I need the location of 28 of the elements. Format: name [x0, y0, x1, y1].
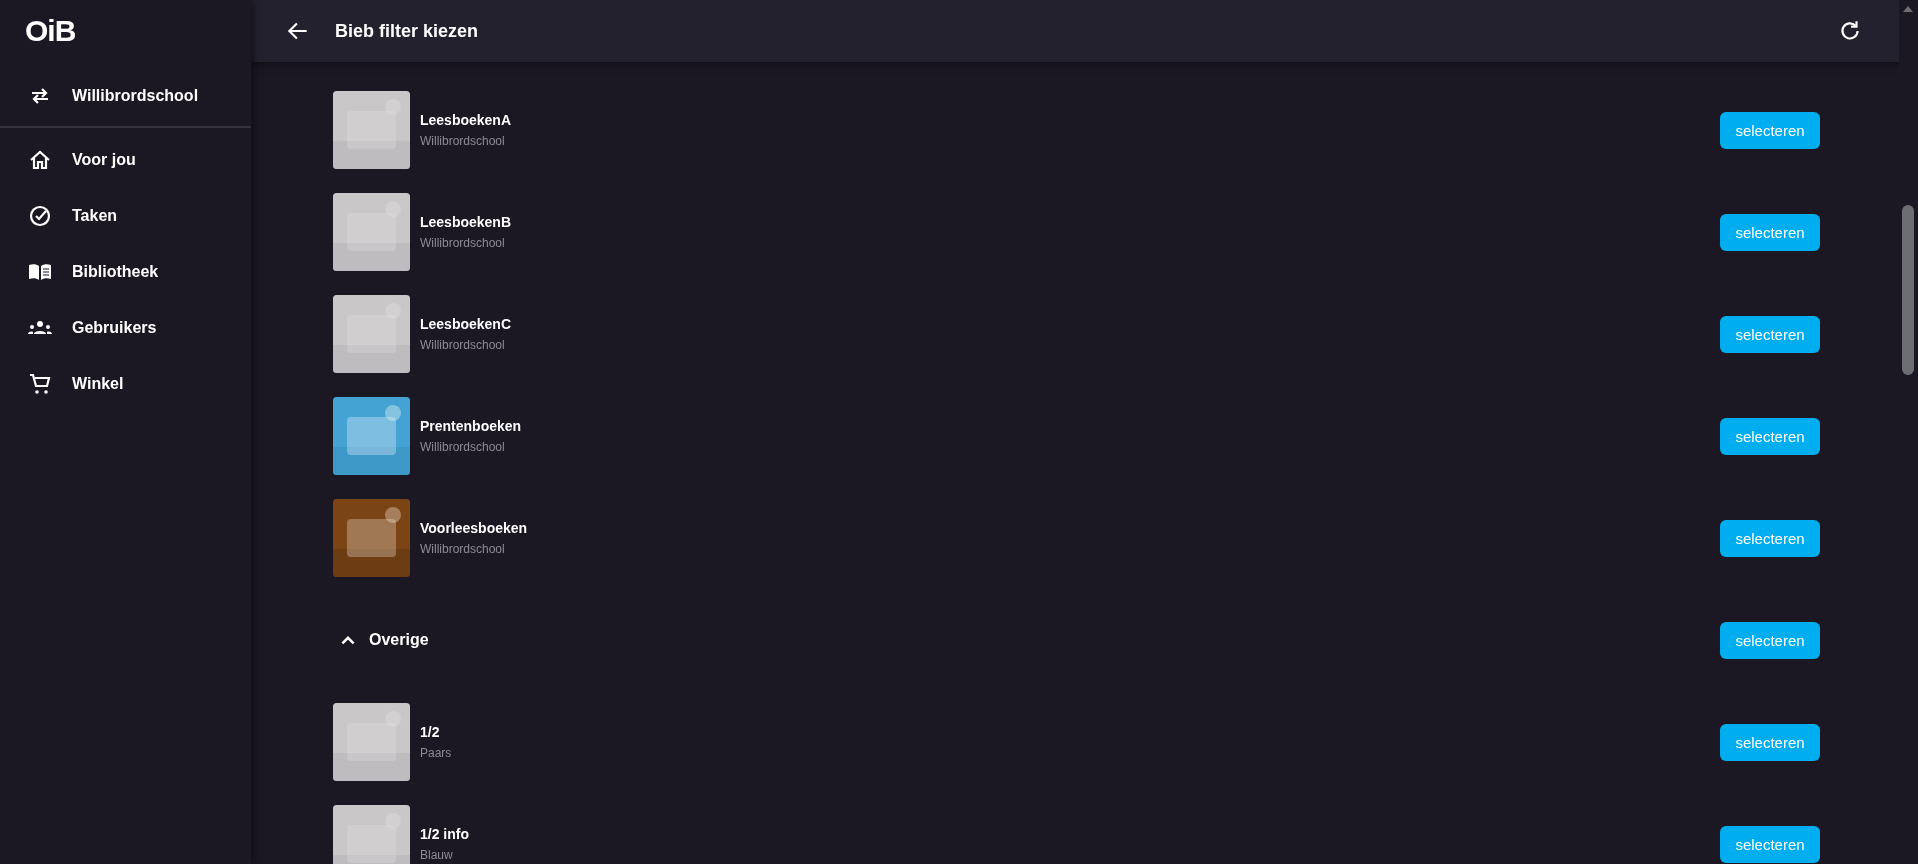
scroll-up-icon[interactable]: [1902, 5, 1914, 13]
filter-school: Willibrordschool: [420, 542, 505, 556]
nav-item[interactable]: Gebruikers: [0, 300, 251, 356]
nav-item[interactable]: Bibliotheek: [0, 244, 251, 300]
nav-item[interactable]: Voor jou: [0, 132, 251, 188]
filter-school: Willibrordschool: [420, 236, 505, 250]
page-title: Bieb filter kiezen: [335, 20, 480, 42]
filter-name: 1/2 info: [420, 826, 469, 842]
cart-icon: [28, 372, 52, 396]
filter-name: LeesboekenC: [420, 316, 512, 332]
filter-color: Paars: [420, 746, 452, 760]
home-icon: [28, 148, 52, 172]
check-circle-icon: [28, 204, 52, 228]
filter-name: Prentenboeken: [420, 418, 522, 434]
filter-school: Willibrordschool: [420, 134, 505, 148]
nav-item[interactable]: Winkel: [0, 356, 251, 412]
nav-item[interactable]: Taken: [0, 188, 251, 244]
filter-color: Blauw: [420, 848, 453, 862]
logo[interactable]: OiB: [25, 14, 76, 48]
filter-school: Willibrordschool: [420, 440, 505, 454]
school-switcher[interactable]: Willibrordschool: [0, 66, 251, 126]
group-toggle[interactable]: Overige: [333, 631, 429, 649]
scrollbar-thumb[interactable]: [1902, 205, 1914, 375]
filter-name: 1/2: [420, 724, 440, 740]
filter-name: LeesboekenB: [420, 214, 512, 230]
filter-name: Voorleesboeken: [420, 520, 528, 536]
filter-school: Willibrordschool: [420, 338, 505, 352]
filter-name: LeesboekenA: [420, 112, 512, 128]
